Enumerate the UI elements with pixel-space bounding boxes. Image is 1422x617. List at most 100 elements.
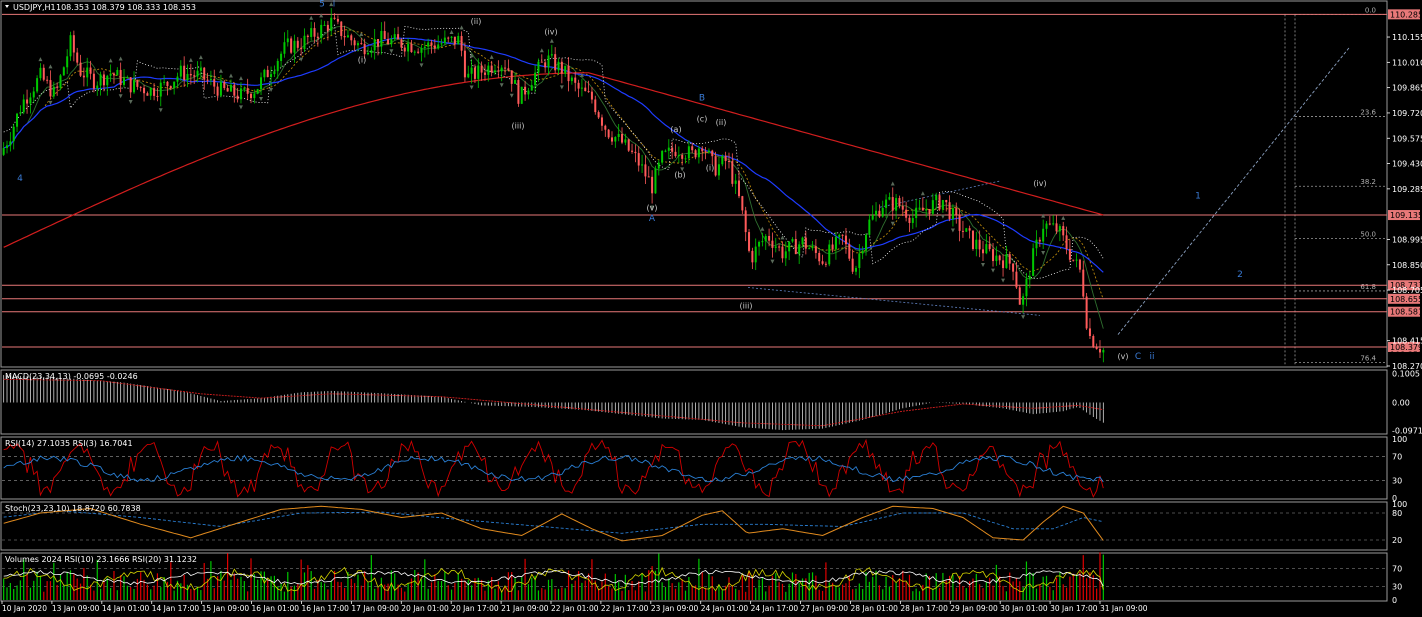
candle-body	[734, 180, 737, 184]
candle-body	[697, 148, 700, 158]
time-label-21: 30 Jan 17:00	[1050, 604, 1098, 613]
wave-label-19: (v)	[1118, 352, 1129, 361]
candle-body	[480, 65, 483, 73]
time-label-1: 13 Jan 09:00	[52, 604, 100, 613]
candle-body	[52, 86, 55, 97]
candle-body	[460, 35, 463, 51]
candle-body	[594, 99, 597, 113]
candle-body	[1078, 259, 1081, 270]
candle-body	[831, 244, 834, 250]
wave-label-11: (i)	[706, 164, 714, 173]
candle-body	[768, 235, 771, 241]
candle-body	[377, 38, 380, 47]
candle-body	[199, 67, 202, 71]
candle-body	[169, 86, 172, 89]
time-label-11: 22 Jan 01:00	[551, 604, 599, 613]
candle-body	[350, 35, 353, 41]
candle-body	[119, 69, 122, 85]
candle-body	[226, 88, 229, 92]
candle-body	[1005, 254, 1008, 269]
candle-body	[310, 28, 313, 37]
candle-body	[965, 228, 968, 232]
candle-body	[814, 246, 817, 253]
candle-body	[186, 73, 189, 81]
candle-body	[403, 47, 406, 52]
rsi-tick-label-1: 70	[1392, 453, 1402, 462]
candle-body	[664, 150, 667, 152]
trading-chart[interactable]: 0.023.638.250.061.876.4 110.285109.13510…	[0, 0, 1422, 617]
candle-body	[841, 234, 844, 236]
candle-body	[938, 195, 941, 210]
candle-body	[159, 82, 162, 97]
candle-body	[346, 35, 349, 38]
candle-body	[1048, 223, 1051, 225]
current-price-label: 108.353	[1390, 351, 1422, 360]
candle-body	[473, 67, 476, 79]
candle-body	[517, 80, 520, 104]
time-label-17: 28 Jan 01:00	[850, 604, 898, 613]
candle-body	[778, 246, 781, 248]
candle-body	[106, 75, 109, 86]
price-tick-label-4: 109.575	[1392, 134, 1422, 143]
candle-body	[1098, 349, 1101, 353]
candle-body	[534, 72, 537, 86]
candle-body	[494, 70, 497, 73]
candle-body	[574, 77, 577, 83]
wave-label-14: A	[649, 214, 656, 224]
candle-body	[122, 78, 126, 85]
candle-body	[26, 99, 29, 104]
candle-body	[296, 40, 299, 48]
candle-body	[584, 87, 587, 92]
candle-body	[453, 36, 456, 45]
candle-body	[955, 208, 958, 215]
candle-body	[450, 36, 453, 38]
time-label-22: 31 Jan 09:00	[1100, 604, 1148, 613]
candle-body	[497, 70, 500, 72]
candle-body	[1012, 263, 1015, 272]
candle-body	[266, 69, 269, 78]
candle-body	[958, 214, 961, 231]
candle-body	[1068, 248, 1071, 260]
macd-title: MACD(23,34,13) -0.0695 -0.0246	[5, 372, 138, 381]
candle-body	[818, 252, 821, 262]
candle-body	[624, 139, 627, 143]
macd-tick-label-0: 0.1005	[1392, 369, 1420, 378]
time-label-12: 22 Jan 17:00	[601, 604, 649, 613]
candle-body	[92, 73, 95, 89]
candle-body	[971, 230, 974, 249]
candle-body	[941, 200, 944, 210]
candle-body	[216, 86, 219, 96]
candle-body	[383, 31, 386, 40]
candle-body	[326, 24, 329, 31]
candle-body	[711, 150, 714, 157]
time-label-8: 20 Jan 01:00	[401, 604, 449, 613]
candle-body	[1002, 260, 1005, 269]
candle-body	[1008, 254, 1011, 264]
wave-label-17: 1	[1195, 191, 1201, 201]
price-tick-label-0: 110.155	[1392, 33, 1422, 42]
candle-body	[627, 139, 630, 151]
time-label-19: 29 Jan 09:00	[950, 604, 998, 613]
candle-body	[320, 24, 323, 39]
candle-body	[895, 198, 898, 211]
wave-label-16: (iv)	[1033, 179, 1046, 188]
price-tick-label-3: 109.720	[1392, 109, 1422, 118]
candle-body	[1032, 248, 1035, 276]
candle-body	[794, 239, 797, 255]
time-label-18: 28 Jan 17:00	[900, 604, 948, 613]
candle-body	[300, 47, 303, 50]
wave-label-15: (iii)	[740, 301, 753, 310]
candle-body	[112, 73, 115, 76]
candle-body	[363, 43, 366, 55]
candle-body	[921, 207, 924, 211]
candle-body	[129, 77, 132, 93]
candle-body	[1025, 278, 1028, 297]
time-label-13: 23 Jan 09:00	[651, 604, 699, 613]
candle-body	[447, 37, 450, 39]
fib-label-3: 50.0	[1360, 231, 1376, 239]
price-tick-label-9: 108.705	[1392, 286, 1422, 295]
time-label-15: 24 Jan 17:00	[751, 604, 799, 613]
candle-body	[514, 80, 517, 84]
candle-body	[46, 79, 49, 81]
candle-body	[303, 35, 306, 50]
